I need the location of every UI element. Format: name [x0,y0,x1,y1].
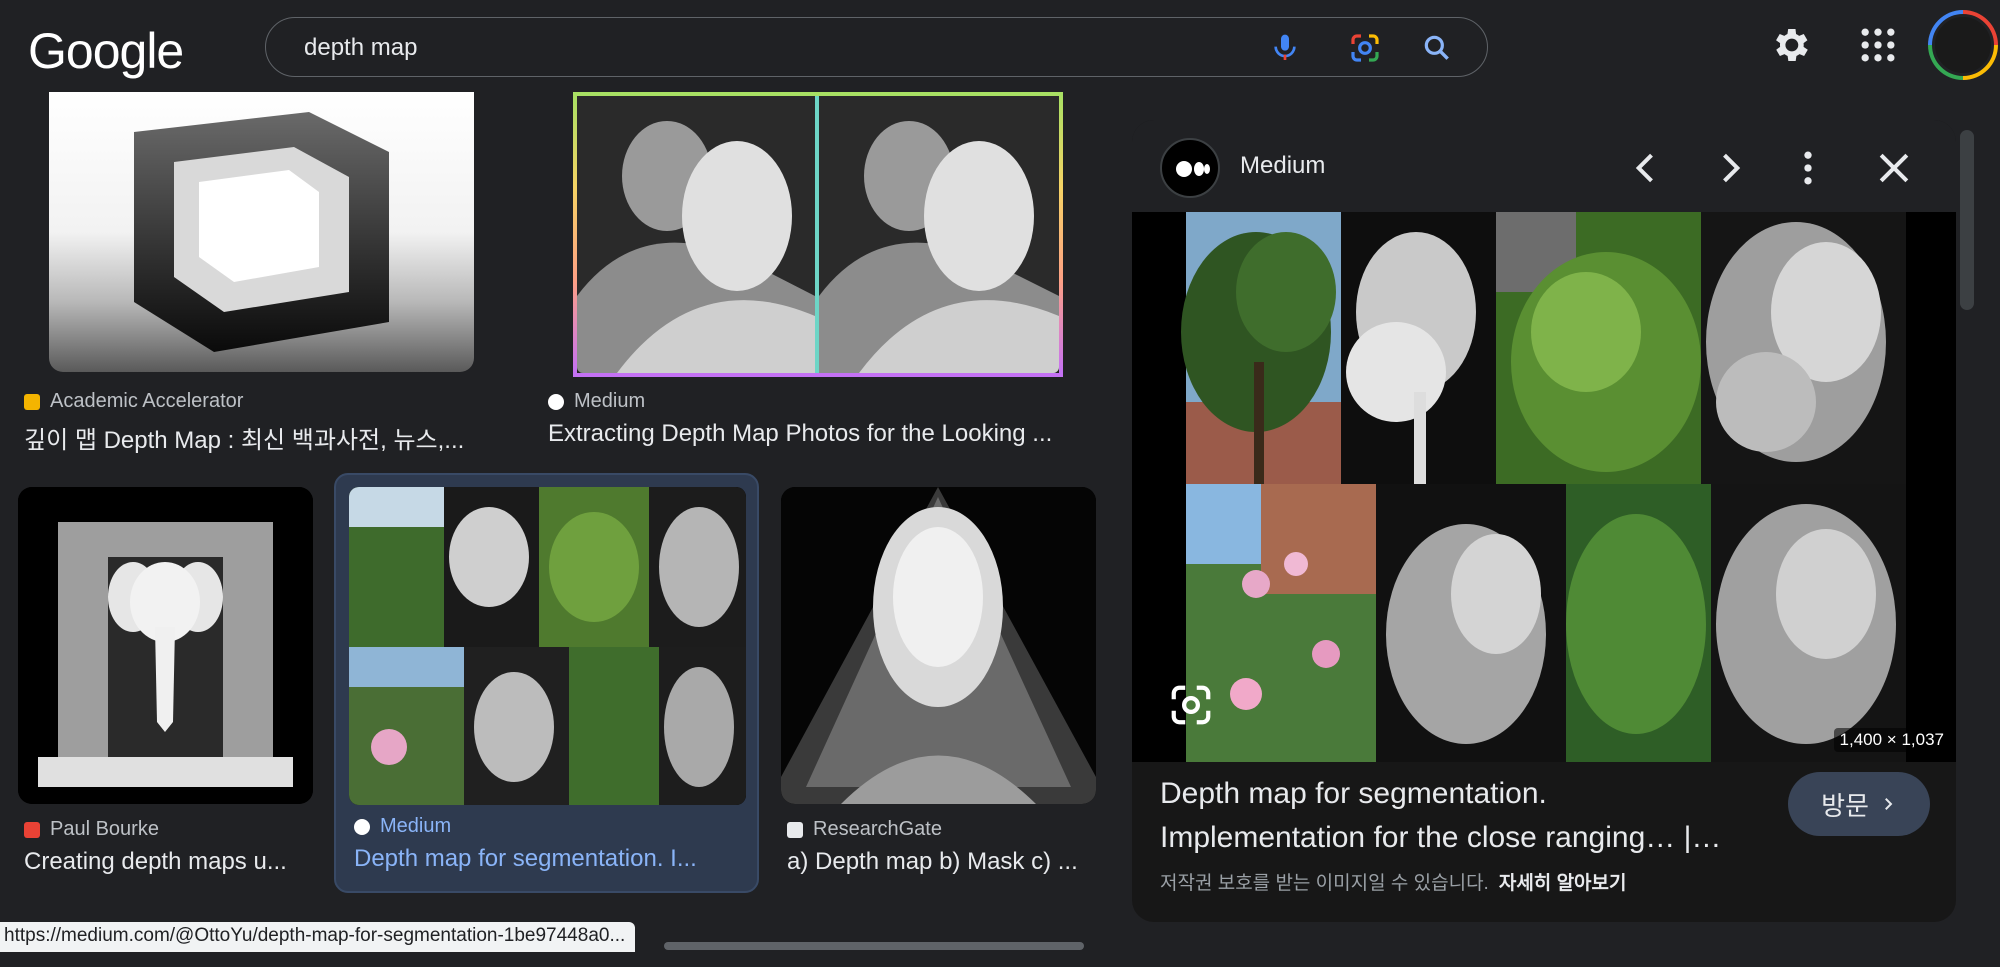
result-title[interactable]: Extracting Depth Map Photos for the Look… [548,420,1088,448]
result-source[interactable]: Medium [548,390,645,413]
result-card-selected[interactable]: Medium Depth map for segmentation. I... [334,473,759,893]
settings-icon[interactable] [1768,23,1812,67]
visit-button[interactable]: 방문 [1788,772,1930,836]
status-bar-url: https://medium.com/@OttoYu/depth-map-for… [0,922,636,952]
image-preview-panel: Medium 1,400 × 1,037 Depth map for segme… [1132,120,1956,922]
result-title[interactable]: Creating depth maps u... [24,848,304,876]
lens-icon[interactable] [1349,32,1381,64]
more-options-icon[interactable] [1786,146,1830,190]
result-source[interactable]: Paul Bourke [24,818,159,841]
search-icon[interactable] [1421,32,1453,64]
preview-image[interactable]: 1,400 × 1,037 [1132,212,1956,762]
result-title[interactable]: 깊이 맵 Depth Map : 최신 백과사전, 뉴스,... [24,420,504,455]
horizontal-scrollbar[interactable] [664,942,1084,950]
previous-icon[interactable] [1624,146,1668,190]
result-image[interactable] [349,487,746,805]
result-title[interactable]: a) Depth map b) Mask c) ... [787,848,1097,876]
copyright-notice: 저작권 보호를 받는 이미지일 수 있습니다. 자세히 알아보기 [1160,873,1627,894]
search-box[interactable]: depth map [265,17,1488,77]
medium-favicon [354,818,370,835]
result-title[interactable]: Depth map for segmentation. I... [354,845,734,873]
next-icon[interactable] [1708,146,1752,190]
medium-favicon [548,393,564,410]
result-image[interactable] [573,92,1063,377]
paul-bourke-favicon [24,821,40,838]
panel-scrollbar-thumb[interactable] [1960,130,1974,310]
header: Google depth map [0,0,2000,92]
mic-icon[interactable] [1269,32,1301,64]
search-input[interactable]: depth map [304,34,417,62]
panel-source[interactable]: Medium [1240,152,1325,180]
lens-search-icon[interactable] [1168,682,1214,728]
researchgate-favicon [787,821,803,838]
result-source[interactable]: Academic Accelerator [24,390,243,413]
panel-title[interactable]: Depth map for segmentation. Implementati… [1160,772,1770,860]
close-icon[interactable] [1872,146,1916,190]
result-image[interactable] [18,487,313,804]
academic-accelerator-favicon [24,393,40,410]
apps-icon[interactable] [1856,23,1900,67]
learn-more-link[interactable]: 자세히 알아보기 [1499,873,1627,894]
image-dimensions: 1,400 × 1,037 [1833,728,1950,752]
result-image[interactable] [49,92,474,372]
result-source[interactable]: ResearchGate [787,818,942,841]
account-avatar[interactable] [1928,10,1998,80]
medium-logo[interactable] [1160,138,1220,198]
result-source[interactable]: Medium [354,815,451,838]
google-logo[interactable]: Google [28,22,184,80]
result-image[interactable] [781,487,1096,804]
panel-header: Medium [1132,120,1956,212]
chevron-right-icon [1884,798,1893,810]
